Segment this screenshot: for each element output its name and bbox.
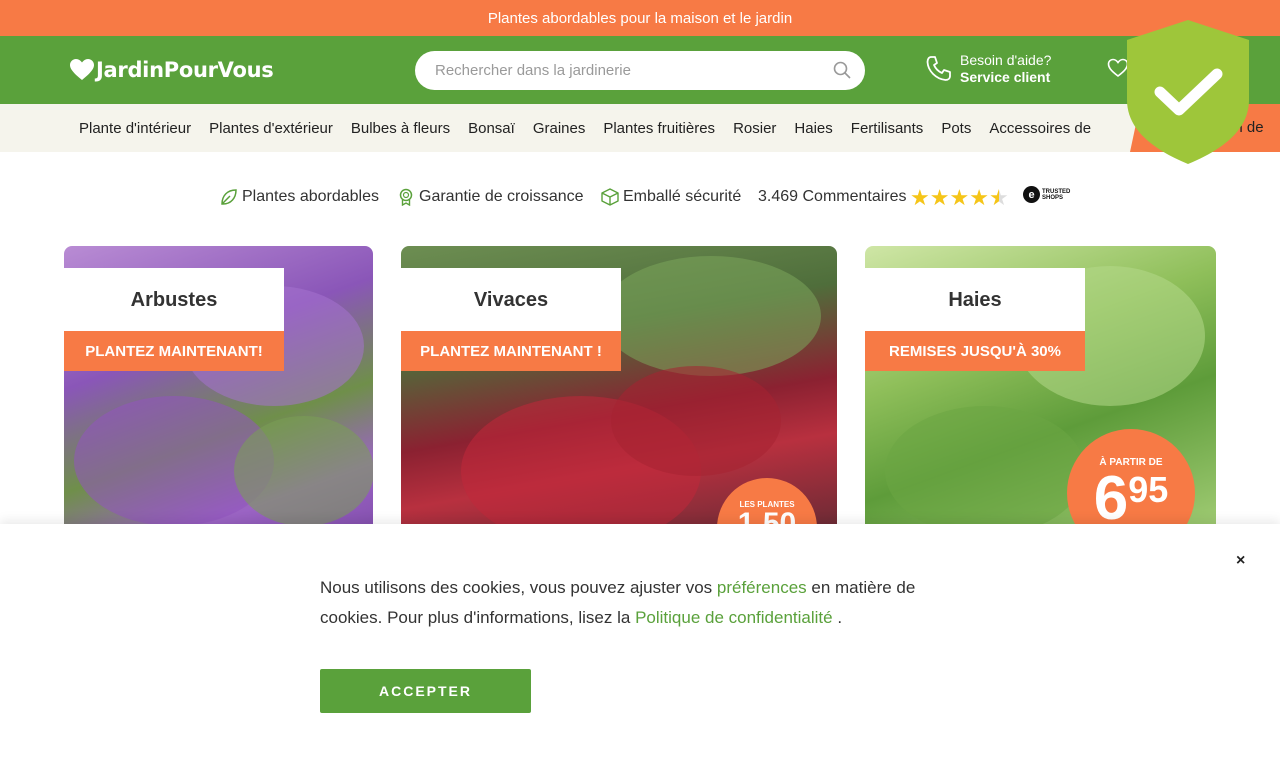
card-title: Arbustes bbox=[64, 268, 284, 332]
card-cta-button[interactable]: PLANTEZ MAINTENANT! bbox=[64, 331, 284, 371]
promo-text: Plantes abordables pour la maison et le … bbox=[487, 9, 793, 27]
nav-item-rosier[interactable]: Rosier bbox=[724, 120, 785, 137]
card-cta-button[interactable]: PLANTEZ MAINTENANT ! bbox=[401, 331, 621, 371]
phone-icon bbox=[926, 56, 951, 81]
trust-bar: Plantes abordables Garantie de croissanc… bbox=[0, 184, 1280, 212]
nav-item-bulbes[interactable]: Bulbes à fleurs bbox=[342, 120, 459, 137]
award-icon bbox=[399, 188, 413, 206]
star-icon: ★ bbox=[949, 185, 970, 210]
box-icon bbox=[601, 188, 619, 206]
category-card-haies[interactable]: Haies REMISES JUSQU'À 30% À PARTIR DE 69… bbox=[865, 246, 1216, 546]
nav-item-graines[interactable]: Graines bbox=[524, 120, 595, 137]
trust-item-label: Garantie de croissance bbox=[419, 188, 584, 205]
search-input[interactable] bbox=[435, 51, 825, 90]
card-title: Vivaces bbox=[401, 268, 621, 332]
trust-item-label: Plantes abordables bbox=[242, 188, 379, 205]
half-star-icon: ★ bbox=[988, 185, 1009, 210]
heart-logo-icon bbox=[70, 59, 94, 80]
privacy-policy-link[interactable]: Politique de confidentialité bbox=[635, 608, 833, 627]
trust-badge-check-icon[interactable] bbox=[1127, 20, 1249, 164]
category-card-vivaces[interactable]: Vivaces PLANTEZ MAINTENANT ! LES PLANTES… bbox=[401, 246, 837, 546]
nav-item-haies[interactable]: Haies bbox=[785, 120, 841, 137]
nav-item-pots[interactable]: Pots bbox=[932, 120, 980, 137]
nav-item-accessoires[interactable]: Accessoires de bbox=[980, 120, 1100, 137]
card-title: Haies bbox=[865, 268, 1085, 332]
price-label: À PARTIR DE bbox=[1099, 457, 1163, 468]
site-header: JardinPourVous Besoin d'aide? Service cl… bbox=[0, 36, 1280, 104]
help-link[interactable]: Besoin d'aide? Service client bbox=[924, 52, 1051, 86]
site-logo[interactable]: JardinPourVous bbox=[70, 56, 274, 84]
trusted-shops-logo[interactable]: e TRUSTED SHOPS bbox=[1023, 186, 1072, 203]
cookie-text: . bbox=[832, 608, 843, 627]
trust-item-guarantee: Garantie de croissance bbox=[397, 188, 584, 206]
trust-item-label: Emballé sécurité bbox=[623, 188, 742, 205]
accept-cookies-button[interactable]: ACCEPTER bbox=[320, 669, 531, 713]
category-card-arbustes[interactable]: Arbustes PLANTEZ MAINTENANT! bbox=[64, 246, 373, 546]
cookie-banner: × Nous utilisons des cookies, vous pouve… bbox=[0, 524, 1280, 768]
help-question: Besoin d'aide? bbox=[960, 52, 1052, 68]
promo-bar: Plantes abordables pour la maison et le … bbox=[0, 0, 1280, 36]
wishlist-heart-icon[interactable] bbox=[1107, 58, 1129, 78]
reviews-count[interactable]: 3.469 Commentaires bbox=[758, 188, 907, 206]
nav-item-fertilisants[interactable]: Fertilisants bbox=[842, 120, 933, 137]
price-decimal: 95 bbox=[1128, 469, 1169, 510]
main-nav: Plante d'intérieur Plantes d'extérieur B… bbox=[0, 104, 1280, 152]
trusted-shops-text: TRUSTED SHOPS bbox=[1042, 188, 1071, 201]
preferences-link[interactable]: préférences bbox=[717, 578, 807, 597]
nav-item-plante-interieur[interactable]: Plante d'intérieur bbox=[70, 120, 200, 137]
reviews-label: 3.469 Commentaires bbox=[758, 188, 907, 205]
star-icon: ★ bbox=[910, 185, 930, 210]
trust-item-packaging: Emballé sécurité bbox=[601, 188, 741, 206]
nav-item-bonsai[interactable]: Bonsaï bbox=[459, 120, 524, 137]
price-integer: 6 bbox=[1093, 464, 1129, 533]
trusted-shops-icon: e bbox=[1023, 186, 1040, 203]
search-bar bbox=[415, 51, 865, 90]
star-icon: ★ bbox=[969, 185, 989, 210]
cookie-text: Nous utilisons des cookies, vous pouvez … bbox=[320, 578, 717, 597]
logo-text: JardinPourVous bbox=[96, 58, 274, 82]
trust-item-affordable: Plantes abordables bbox=[220, 188, 379, 206]
nav-item-plantes-fruitieres[interactable]: Plantes fruitières bbox=[594, 120, 724, 137]
star-icon: ★ bbox=[929, 185, 950, 210]
cookie-message: Nous utilisons des cookies, vous pouvez … bbox=[320, 573, 940, 633]
rating-stars: ★ ★ ★ ★ ★ bbox=[910, 187, 1009, 209]
close-icon[interactable]: × bbox=[1236, 552, 1245, 570]
card-cta-button[interactable]: REMISES JUSQU'À 30% bbox=[865, 331, 1085, 371]
nav-item-plantes-exterieur[interactable]: Plantes d'extérieur bbox=[200, 120, 342, 137]
nav-list: Plante d'intérieur Plantes d'extérieur B… bbox=[70, 104, 1100, 152]
leaf-icon bbox=[221, 189, 237, 205]
search-icon[interactable] bbox=[833, 61, 851, 79]
service-client: Service client bbox=[960, 69, 1051, 85]
